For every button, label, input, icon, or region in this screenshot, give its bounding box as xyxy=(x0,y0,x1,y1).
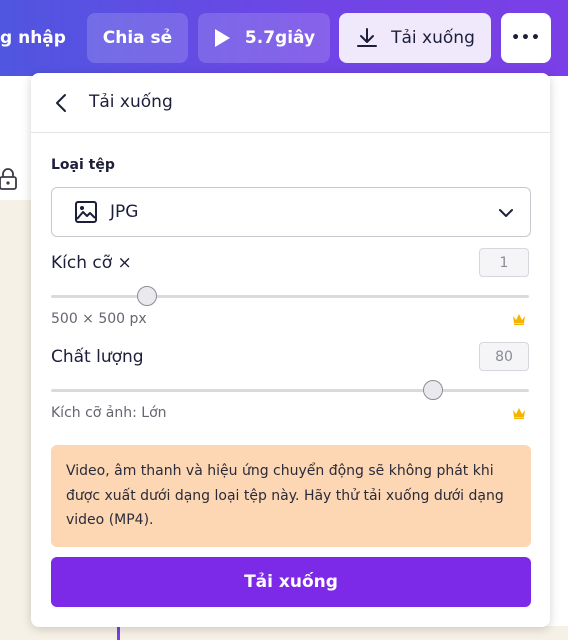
download-button[interactable]: Tải xuống xyxy=(51,557,531,607)
login-button[interactable]: g nhập xyxy=(0,13,78,63)
image-icon xyxy=(75,201,97,223)
size-label: Kích cỡ × xyxy=(51,253,132,273)
topbar-download-label: Tải xuống xyxy=(391,28,475,48)
play-button[interactable]: 5.7giây xyxy=(198,13,330,63)
quality-slider-thumb[interactable] xyxy=(423,380,444,400)
size-slider-track[interactable] xyxy=(51,295,529,298)
quality-slider-track[interactable] xyxy=(51,389,529,392)
share-button[interactable]: Chia sẻ xyxy=(87,13,188,63)
play-icon xyxy=(214,29,230,47)
quality-input[interactable]: 80 xyxy=(479,342,529,371)
file-type-value: JPG xyxy=(110,202,139,222)
editor-canvas-bottom xyxy=(0,626,568,640)
more-button[interactable]: ••• xyxy=(501,13,551,63)
crown-icon xyxy=(513,408,525,419)
back-icon xyxy=(56,94,66,112)
panel-title: Tải xuống xyxy=(89,92,173,112)
lock-icon[interactable] xyxy=(0,168,18,190)
login-label: g nhập xyxy=(0,28,66,48)
top-bar: g nhập Chia sẻ 5.7giây Tải xuống ••• xyxy=(0,0,568,76)
editor-page-edge xyxy=(0,200,34,640)
file-type-select[interactable]: JPG xyxy=(51,187,531,237)
chevron-down-icon xyxy=(499,209,513,217)
crown-icon xyxy=(513,314,525,325)
page-selection-indicator xyxy=(117,626,120,640)
export-notice: Video, âm thanh và hiệu ứng chuyển động … xyxy=(51,445,531,547)
size-input[interactable]: 1 xyxy=(479,248,529,277)
size-slider-thumb[interactable] xyxy=(136,286,157,306)
topbar-download-button[interactable]: Tải xuống xyxy=(339,13,491,63)
download-panel: Tải xuống Loại tệp JPG Kích cỡ × 1 500 ×… xyxy=(31,73,550,627)
quality-label: Chất lượng xyxy=(51,347,144,367)
panel-header: Tải xuống xyxy=(31,73,550,133)
export-notice-text: Video, âm thanh và hiệu ứng chuyển động … xyxy=(66,463,504,528)
back-button[interactable] xyxy=(51,91,71,115)
share-label: Chia sẻ xyxy=(102,28,173,48)
download-icon xyxy=(357,28,378,47)
download-button-label: Tải xuống xyxy=(244,572,338,592)
size-dimensions: 500 × 500 px xyxy=(51,311,147,327)
play-duration-label: 5.7giây xyxy=(244,28,316,48)
file-type-label: Loại tệp xyxy=(51,157,115,173)
image-size-caption: Kích cỡ ảnh: Lớn xyxy=(51,405,167,421)
more-icon: ••• xyxy=(511,30,541,46)
